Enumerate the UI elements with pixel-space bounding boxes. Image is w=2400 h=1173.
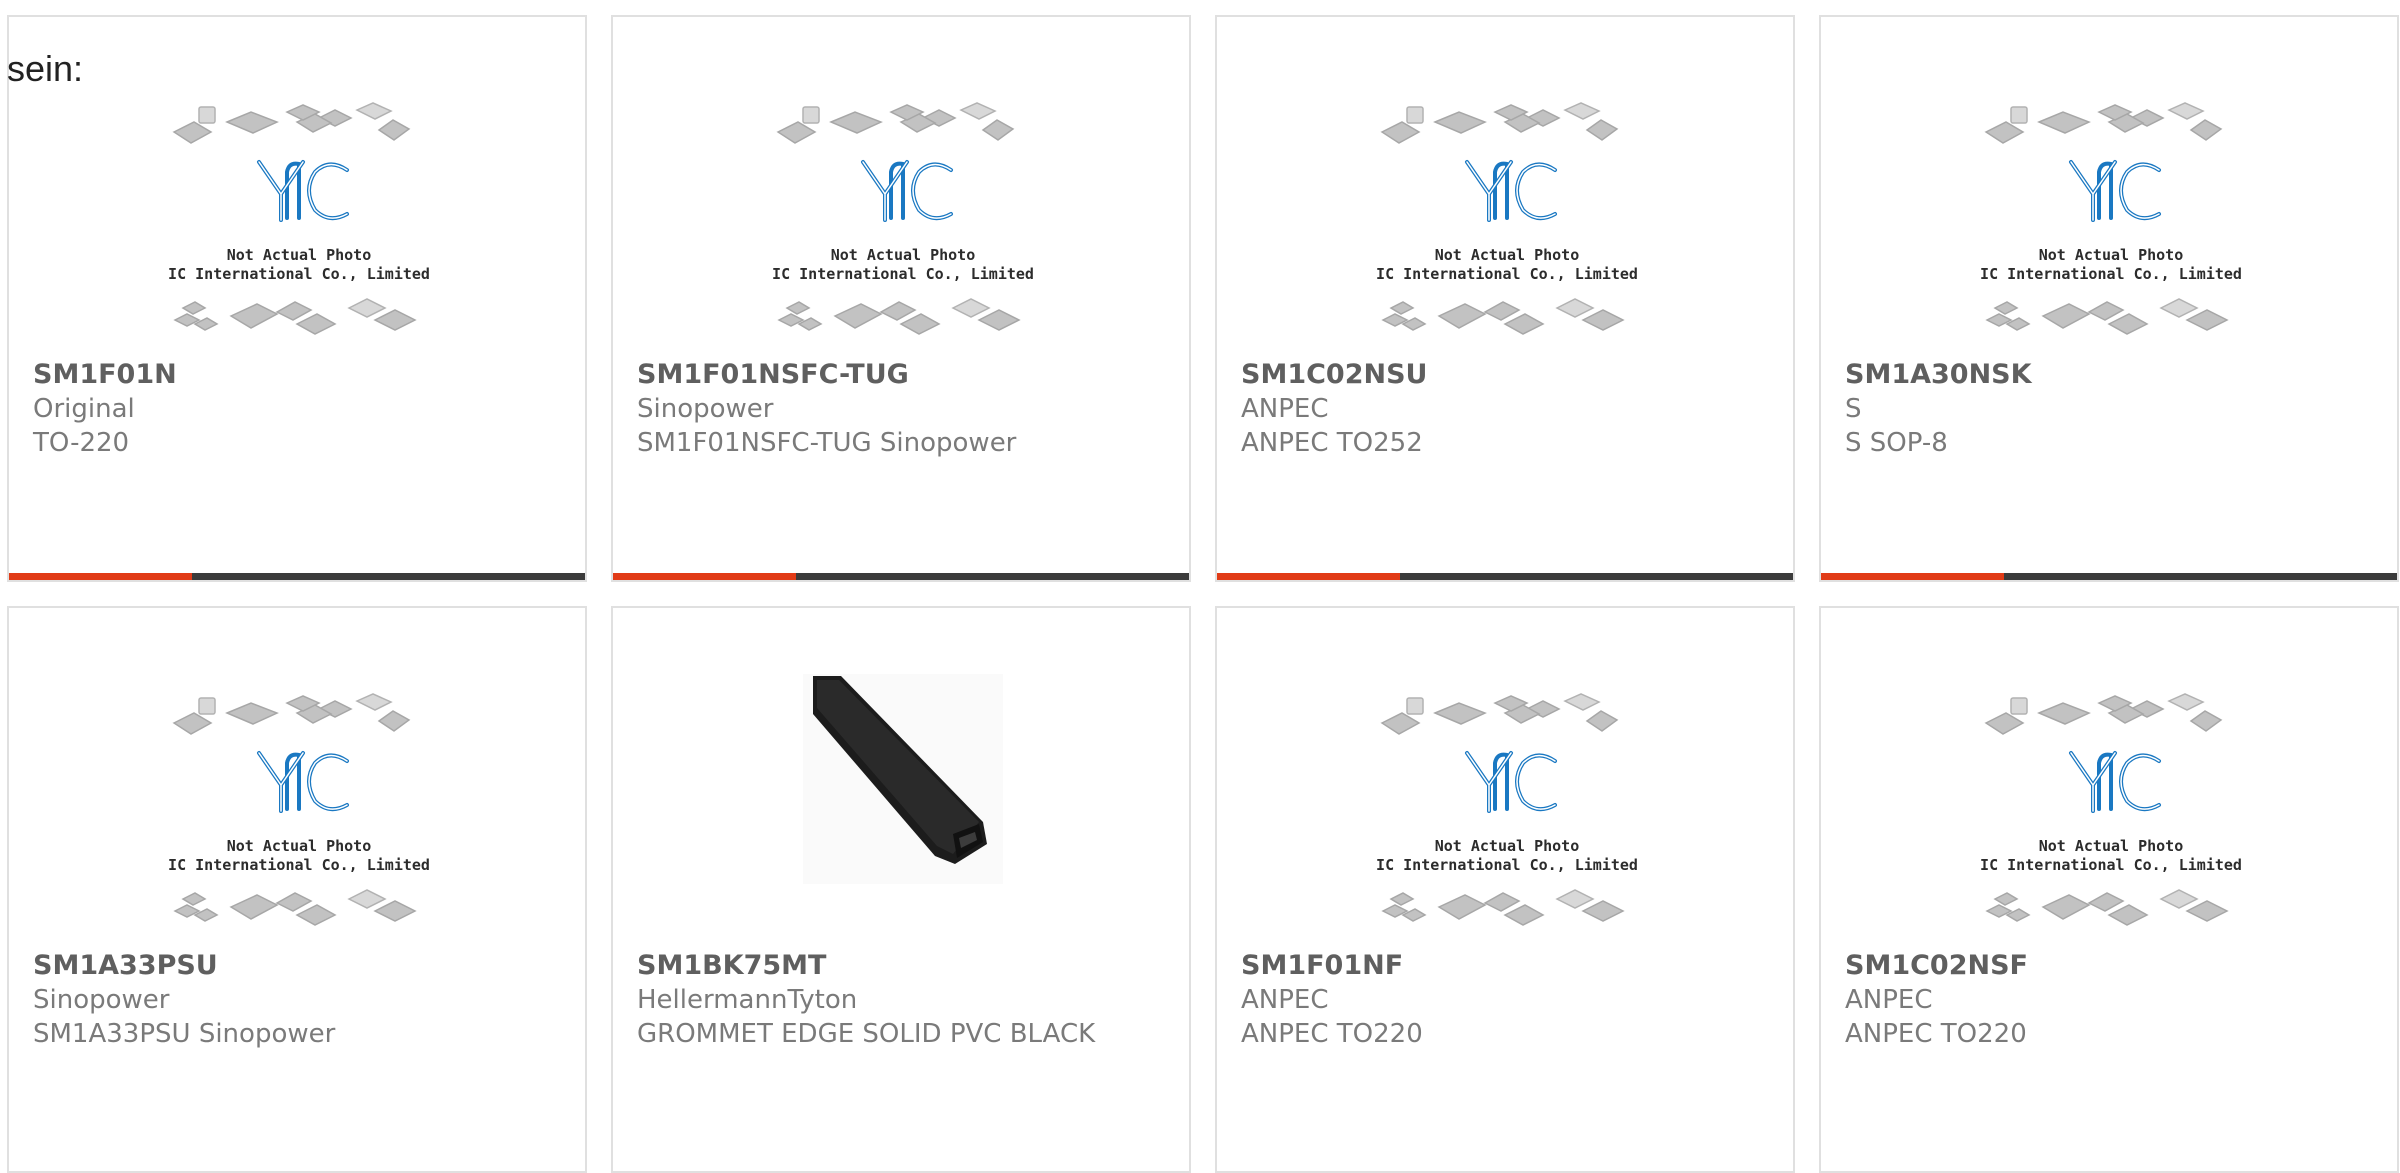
product-card[interactable]: Not Actual Photo YIC International Co., …: [611, 15, 1191, 582]
description: ANPEC TO220: [1241, 1019, 1423, 1049]
photo-caption-line2: YIC International Co., Limited.: [1377, 265, 1637, 283]
description: SM1F01NSFC-TUG Sinopower: [637, 428, 1017, 458]
photo-caption-line2: YIC International Co., Limited.: [169, 856, 429, 874]
product-card[interactable]: Not Actual Photo YIC International Co., …: [7, 606, 587, 1173]
product-card[interactable]: Not Actual Photo YIC International Co., …: [1819, 606, 2399, 1173]
grommet-photo: [803, 674, 1003, 884]
part-number[interactable]: SM1F01NSFC-TUG: [637, 359, 909, 390]
manufacturer: S: [1845, 394, 1862, 424]
placeholder-photo: Not Actual Photo YIC International Co., …: [773, 102, 1033, 335]
placeholder-photo: Not Actual Photo YIC International Co., …: [169, 693, 429, 926]
photo-caption-line2: YIC International Co., Limited.: [773, 265, 1033, 283]
description: ANPEC TO252: [1241, 428, 1423, 458]
part-number[interactable]: SM1A30NSK: [1845, 359, 2032, 390]
card-accent-bar: [1217, 573, 1793, 580]
description: SM1A33PSU Sinopower: [33, 1019, 336, 1049]
photo-caption-line1: Not Actual Photo: [1435, 837, 1580, 855]
manufacturer: ANPEC: [1241, 394, 1329, 424]
part-number[interactable]: SM1BK75MT: [637, 950, 826, 981]
manufacturer: Sinopower: [33, 985, 170, 1015]
placeholder-photo: Not Actual Photo YIC International Co., …: [1377, 102, 1637, 335]
part-number[interactable]: SM1C02NSF: [1845, 950, 2028, 981]
description: TO-220: [33, 428, 130, 458]
description: S SOP-8: [1845, 428, 1948, 458]
placeholder-photo: Not Actual Photo YIC International Co., …: [169, 102, 429, 335]
part-number[interactable]: SM1F01N: [33, 359, 177, 390]
product-card[interactable]: SM1BK75MT HellermannTyton GROMMET EDGE S…: [611, 606, 1191, 1173]
card-accent-bar: [9, 573, 585, 580]
part-number[interactable]: SM1C02NSU: [1241, 359, 1427, 390]
description: ANPEC TO220: [1845, 1019, 2027, 1049]
photo-caption-line2: YIC International Co., Limited.: [1981, 265, 2241, 283]
photo-caption-line2: YIC International Co., Limited.: [1981, 856, 2241, 874]
photo-caption-line1: Not Actual Photo: [227, 837, 372, 855]
manufacturer: ANPEC: [1241, 985, 1329, 1015]
photo-caption-line2: YIC International Co., Limited.: [1377, 856, 1637, 874]
placeholder-photo: Not Actual Photo YIC International Co., …: [1981, 693, 2241, 926]
product-card[interactable]: Not Actual Photo YIC International Co., …: [1215, 15, 1795, 582]
photo-caption-line1: Not Actual Photo: [227, 246, 372, 264]
manufacturer: ANPEC: [1845, 985, 1933, 1015]
placeholder-photo: Not Actual Photo YIC International Co., …: [1377, 693, 1637, 926]
photo-caption-line1: Not Actual Photo: [1435, 246, 1580, 264]
manufacturer: Original: [33, 394, 135, 424]
manufacturer: Sinopower: [637, 394, 774, 424]
part-number[interactable]: SM1A33PSU: [33, 950, 218, 981]
card-accent-bar: [613, 573, 1189, 580]
product-grid: Not Actual Photo YIC International Co., …: [7, 15, 2399, 1173]
card-accent-bar: [1821, 573, 2397, 580]
description: GROMMET EDGE SOLID PVC BLACK: [637, 1019, 1096, 1049]
manufacturer: HellermannTyton: [637, 985, 858, 1015]
photo-caption-line2: YIC International Co., Limited.: [169, 265, 429, 283]
part-number[interactable]: SM1F01NF: [1241, 950, 1403, 981]
product-card[interactable]: Not Actual Photo YIC International Co., …: [1819, 15, 2399, 582]
photo-caption-line1: Not Actual Photo: [831, 246, 976, 264]
photo-caption-line1: Not Actual Photo: [2039, 246, 2184, 264]
placeholder-photo: Not Actual Photo YIC International Co., …: [1981, 102, 2241, 335]
product-card[interactable]: Not Actual Photo YIC International Co., …: [1215, 606, 1795, 1173]
product-card[interactable]: Not Actual Photo YIC International Co., …: [7, 15, 587, 582]
photo-caption-line1: Not Actual Photo: [2039, 837, 2184, 855]
text-fragment: sein:: [7, 48, 84, 89]
